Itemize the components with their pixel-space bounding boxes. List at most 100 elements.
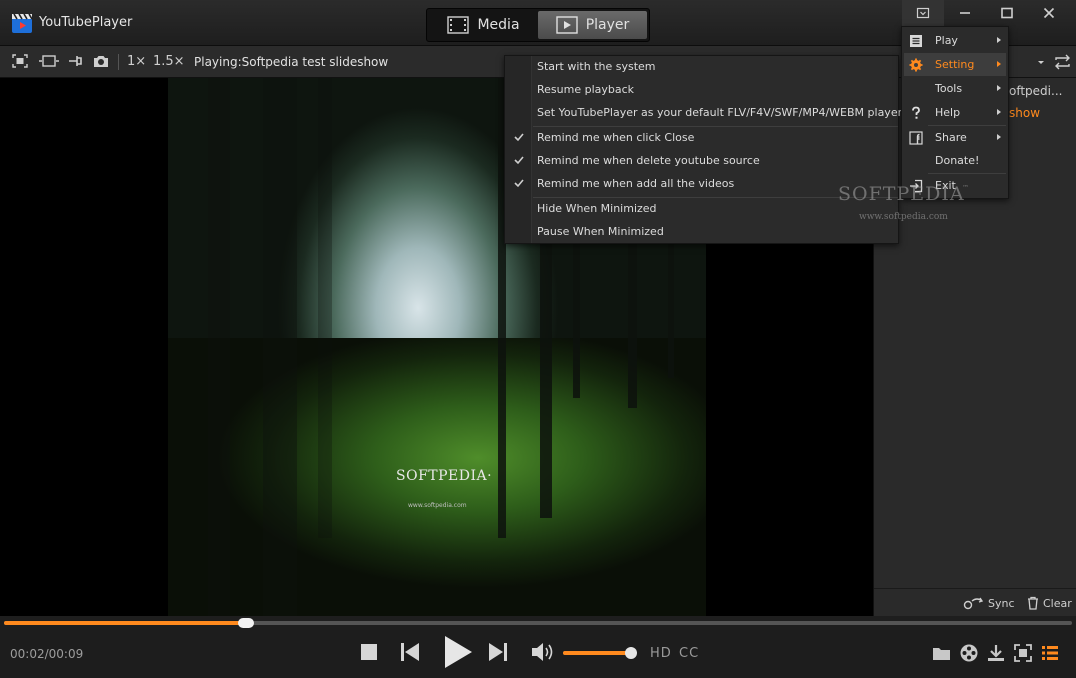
list-icon	[910, 35, 922, 47]
submenu-arrow-icon	[997, 109, 1001, 115]
seek-progress	[4, 621, 247, 625]
cc-toggle[interactable]: CC	[679, 646, 699, 661]
video-watermark-url: www.softpedia.com	[408, 502, 467, 509]
seek-track[interactable]	[4, 618, 1072, 628]
submenu-item-start-with-system[interactable]: Start with the system	[505, 56, 898, 79]
pin-on-top-icon[interactable]	[67, 53, 85, 69]
clear-button[interactable]: Clear	[1026, 596, 1072, 610]
submenu-item-label: Set YouTubePlayer as your default FLV/F4…	[537, 106, 903, 119]
minimize-icon	[960, 12, 970, 14]
playlist-footer: Sync Clear	[874, 588, 1076, 616]
app-title: YouTubePlayer	[39, 15, 133, 30]
stop-icon[interactable]	[359, 642, 379, 662]
toolbar-divider	[118, 54, 119, 70]
checkmark-icon	[514, 133, 524, 142]
close-icon	[1043, 7, 1055, 19]
volume-level	[563, 651, 631, 655]
trash-icon	[1028, 596, 1038, 610]
facebook-icon	[909, 131, 923, 145]
menu-item-share[interactable]: Share	[904, 126, 1006, 149]
playlist-item[interactable]: oftpedi...	[1009, 84, 1062, 98]
video-tree	[208, 78, 230, 616]
fit-screen-icon[interactable]	[11, 53, 29, 69]
previous-icon[interactable]	[399, 641, 421, 663]
tab-media-label: Media	[477, 17, 520, 33]
sync-icon	[963, 597, 984, 610]
now-playing-label: Playing:Softpedia test slideshow	[194, 55, 389, 69]
setting-submenu: Start with the system Resume playback Se…	[504, 55, 902, 244]
menu-item-donate[interactable]: Donate!	[904, 149, 1006, 172]
menu-item-label: Donate!	[935, 154, 980, 167]
submenu-item-resume-playback[interactable]: Resume playback	[505, 79, 898, 102]
menu-item-play[interactable]: Play	[904, 29, 1006, 52]
main-menu: Play Setting Tools Help Share Donate! Ex…	[901, 26, 1009, 199]
play-box-icon	[556, 16, 578, 34]
app-logo-icon	[12, 13, 33, 33]
fullscreen-icon[interactable]	[1013, 643, 1033, 663]
submenu-arrow-icon	[997, 61, 1001, 67]
checkmark-icon	[514, 156, 524, 165]
menu-item-label: Play	[935, 34, 958, 47]
playback-controls: 00:02/00:09 HD CC	[0, 630, 1076, 678]
film-icon	[447, 16, 470, 34]
tab-player-label: Player	[585, 17, 630, 33]
submenu-item-label: Start with the system	[537, 60, 656, 73]
tab-player[interactable]: Player	[538, 11, 647, 39]
video-tree	[318, 78, 332, 538]
softpedia-watermark-tm: ™	[962, 184, 969, 192]
checkmark-icon	[514, 179, 524, 188]
sync-label: Sync	[988, 596, 1015, 610]
submenu-arrow-icon	[997, 134, 1001, 140]
volume-slider[interactable]	[563, 647, 637, 659]
submenu-item-label: Remind me when click Close	[537, 131, 695, 144]
submenu-item-label: Resume playback	[537, 83, 635, 96]
playlist-toggle-icon[interactable]	[1040, 643, 1060, 663]
seek-bar[interactable]	[0, 616, 1076, 630]
submenu-item-label: Remind me when delete youtube source	[537, 154, 760, 167]
submenu-item-remind-delete-source[interactable]: Remind me when delete youtube source	[505, 150, 898, 173]
submenu-item-remind-click-close[interactable]: Remind me when click Close	[505, 127, 898, 150]
volume-handle[interactable]	[624, 647, 637, 659]
speed-1x-button[interactable]: 1×	[127, 54, 146, 69]
camera-icon[interactable]	[92, 53, 110, 69]
clear-label: Clear	[1043, 596, 1072, 610]
hd-toggle[interactable]: HD	[650, 646, 672, 661]
download-icon[interactable]	[986, 643, 1006, 663]
menu-item-tools[interactable]: Tools	[904, 77, 1006, 100]
window-controls	[902, 0, 1070, 26]
question-icon	[912, 106, 920, 119]
menu-item-help[interactable]: Help	[904, 101, 1006, 124]
minimize-button[interactable]	[944, 0, 986, 26]
close-button[interactable]	[1028, 0, 1070, 26]
submenu-item-label: Pause When Minimized	[537, 225, 664, 238]
submenu-item-pause-when-minimized[interactable]: Pause When Minimized	[505, 221, 898, 244]
main-menu-button[interactable]	[902, 0, 944, 26]
aspect-ratio-icon[interactable]	[38, 53, 60, 69]
seek-handle[interactable]	[238, 618, 255, 628]
tab-media[interactable]: Media	[429, 11, 538, 39]
time-display: 00:02/00:09	[10, 647, 84, 661]
mode-switch: Media Player	[426, 8, 650, 42]
menu-item-label: Share	[935, 131, 967, 144]
film-reel-icon[interactable]	[959, 643, 979, 663]
menu-item-label: Help	[935, 106, 961, 119]
volume-icon[interactable]	[530, 641, 556, 663]
maximize-button[interactable]	[986, 0, 1028, 26]
next-icon[interactable]	[487, 641, 509, 663]
menu-item-label: Setting	[935, 58, 975, 71]
menu-item-label: Tools	[935, 82, 963, 95]
maximize-icon	[1001, 7, 1013, 19]
submenu-item-label: Hide When Minimized	[537, 202, 657, 215]
repeat-icon[interactable]	[1036, 54, 1072, 70]
menu-item-setting[interactable]: Setting	[904, 53, 1006, 76]
speed-1-5x-button[interactable]: 1.5×	[153, 54, 185, 69]
sync-button[interactable]: Sync	[963, 596, 1015, 610]
folder-icon[interactable]	[932, 643, 952, 663]
submenu-item-set-default-player[interactable]: Set YouTubePlayer as your default FLV/F4…	[505, 102, 902, 125]
video-watermark: SOFTPEDIA·	[396, 468, 493, 484]
playlist-item-playing[interactable]: show	[1009, 106, 1040, 120]
submenu-arrow-icon	[997, 85, 1001, 91]
play-icon[interactable]	[442, 634, 474, 670]
submenu-arrow-icon	[997, 37, 1001, 43]
dropdown-menu-icon	[916, 7, 930, 19]
